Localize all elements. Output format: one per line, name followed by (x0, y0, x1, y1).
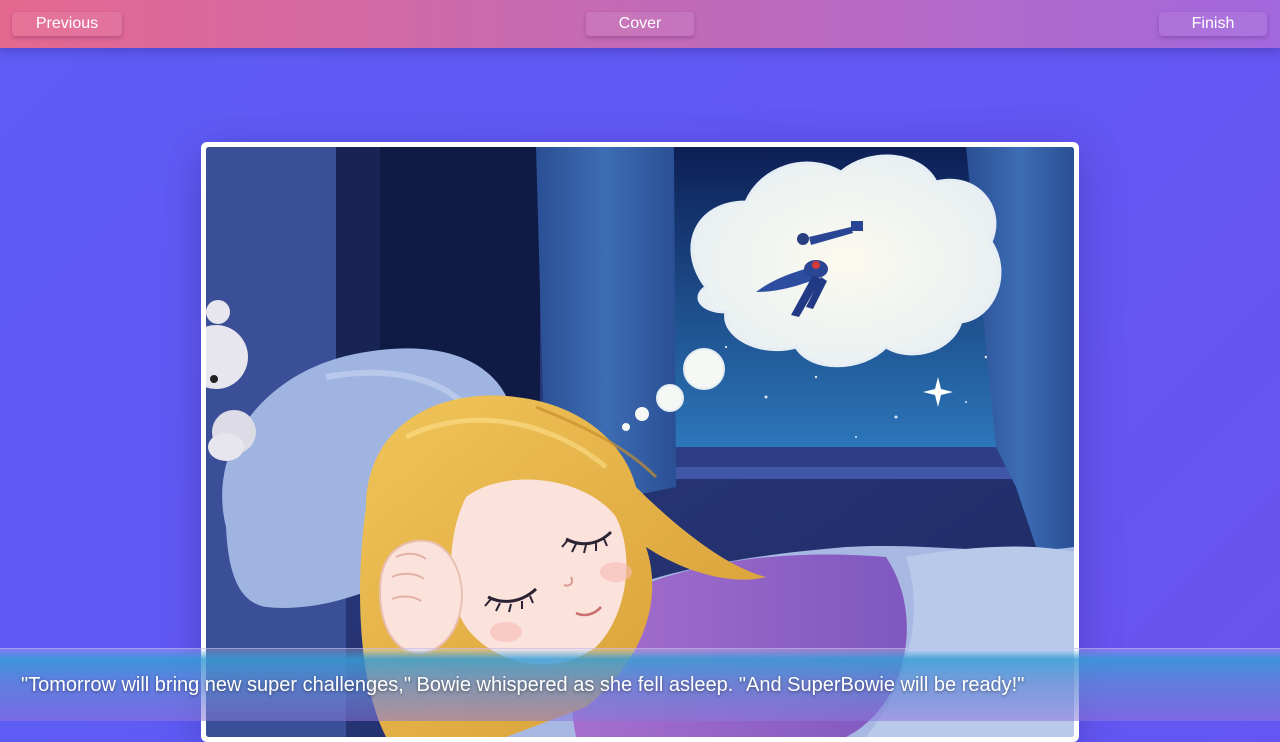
previous-button[interactable]: Previous (12, 12, 122, 36)
top-navigation-bar: Previous Cover Finish (0, 0, 1280, 48)
story-caption: "Tomorrow will bring new super challenge… (21, 674, 1025, 696)
cover-button[interactable]: Cover (586, 12, 694, 36)
finish-button[interactable]: Finish (1159, 12, 1267, 36)
